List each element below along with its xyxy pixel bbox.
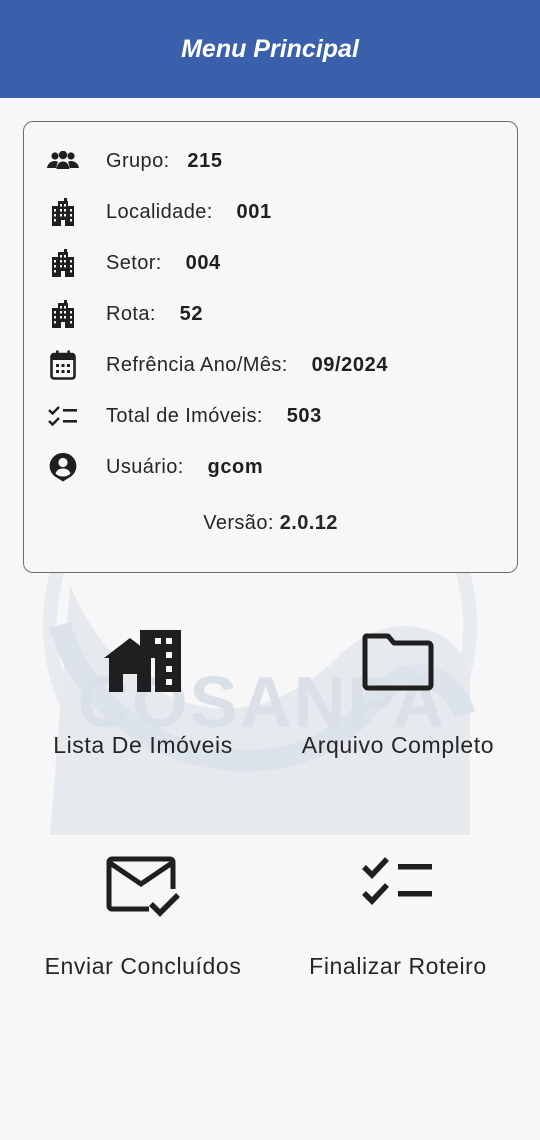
account-circle-icon: [46, 451, 80, 483]
building-icon: [46, 247, 80, 279]
info-row-rota: Rota: 52: [24, 294, 517, 334]
localidade-value: 001: [236, 200, 272, 223]
houses-icon: [8, 628, 278, 694]
building-icon: [46, 298, 80, 330]
rota-value: 52: [179, 302, 204, 325]
page-title: Menu Principal: [181, 34, 359, 63]
group-icon: [46, 145, 80, 177]
info-label: Usuário: gcom: [106, 455, 264, 478]
info-label: Rota: 52: [106, 302, 204, 325]
info-row-usuario: Usuário: gcom: [24, 447, 517, 487]
app-bar: Menu Principal: [0, 0, 540, 98]
tile-label: Lista De Imóveis: [53, 732, 233, 758]
grupo-value: 215: [187, 149, 223, 172]
info-label: Grupo: 215: [106, 149, 223, 172]
info-row-localidade: Localidade: 001: [24, 192, 517, 232]
tile-label: Enviar Concluídos: [44, 953, 242, 979]
info-row-referencia: Refrência Ano/Mês: 09/2024: [24, 345, 517, 385]
version-value: 2.0.12: [279, 512, 338, 534]
info-card: Grupo: 215 Localidade: 001 Setor: 004 Ro…: [23, 121, 518, 573]
tile-label: Finalizar Roteiro: [309, 953, 487, 979]
checklist-icon: [263, 855, 533, 909]
enviar-concluidos-button[interactable]: Enviar Concluídos: [8, 845, 278, 1045]
version-text: Versão: 2.0.12: [24, 512, 517, 535]
setor-value: 004: [185, 251, 221, 274]
checklist-icon: [46, 400, 80, 432]
tile-label: Arquivo Completo: [301, 732, 495, 758]
building-icon: [46, 196, 80, 228]
finalizar-roteiro-button[interactable]: Finalizar Roteiro: [263, 845, 533, 1045]
arquivo-completo-button[interactable]: Arquivo Completo: [263, 620, 533, 820]
info-row-total-imoveis: Total de Imóveis: 503: [24, 396, 517, 436]
info-row-setor: Setor: 004: [24, 243, 517, 283]
lista-de-imoveis-button[interactable]: Lista De Imóveis: [8, 620, 278, 820]
info-label: Setor: 004: [106, 251, 221, 274]
info-row-grupo: Grupo: 215: [24, 141, 517, 181]
info-label: Localidade: 001: [106, 200, 272, 223]
usuario-value: gcom: [207, 455, 264, 478]
calendar-icon: [46, 349, 80, 381]
mail-check-icon: [8, 853, 278, 919]
folder-icon: [263, 632, 533, 692]
info-label: Total de Imóveis: 503: [106, 404, 322, 427]
info-label: Refrência Ano/Mês: 09/2024: [106, 353, 389, 376]
total-imoveis-value: 503: [286, 404, 322, 427]
referencia-value: 09/2024: [311, 353, 389, 376]
version-label: Versão:: [203, 512, 274, 534]
